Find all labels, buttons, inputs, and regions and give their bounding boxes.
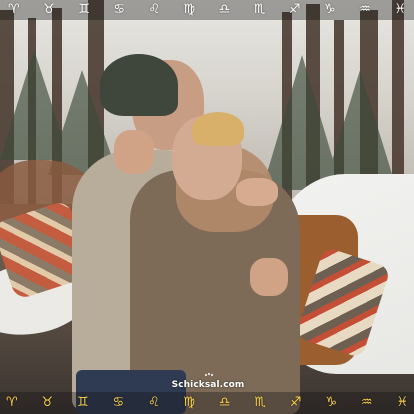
screenshot-frame: ♈ ♉ ♊ ♋ ♌ ♍ ♎ ♏ ♐ ♑ ♒ ♓ Schicksal.com ♈ … xyxy=(0,0,414,414)
photo xyxy=(0,0,414,414)
woman-beanie xyxy=(192,112,244,146)
libra-icon: ♎ xyxy=(218,395,231,410)
zodiac-bar-bottom: ♈ ♉ ♊ ♋ ♌ ♍ ♎ ♏ ♐ ♑ ♒ ♓ xyxy=(0,392,414,414)
schicksal-watermark: Schicksal.com xyxy=(172,378,245,392)
sagittarius-icon: ♐ xyxy=(288,2,301,17)
aquarius-icon: ♒ xyxy=(359,2,371,17)
man-hand xyxy=(114,130,154,174)
man-hand-2 xyxy=(250,258,288,296)
woman-hand xyxy=(236,178,278,206)
aries-icon: ♈ xyxy=(6,395,18,410)
aries-icon: ♈ xyxy=(8,2,20,17)
taurus-icon: ♉ xyxy=(41,395,54,410)
scorpio-icon: ♏ xyxy=(253,2,266,17)
taurus-icon: ♉ xyxy=(43,2,55,17)
gemini-icon: ♊ xyxy=(76,395,89,410)
sagittarius-icon: ♐ xyxy=(289,395,302,410)
pisces-icon: ♓ xyxy=(394,2,406,17)
cancer-icon: ♋ xyxy=(113,2,125,17)
aquarius-icon: ♒ xyxy=(360,395,373,410)
capricorn-icon: ♑ xyxy=(323,2,336,17)
leo-icon: ♌ xyxy=(147,395,160,410)
virgo-icon: ♍ xyxy=(183,2,196,17)
leo-icon: ♌ xyxy=(148,2,161,17)
zodiac-bar-top: ♈ ♉ ♊ ♋ ♌ ♍ ♎ ♏ ♐ ♑ ♒ ♓ xyxy=(0,0,414,20)
watermark-text: Schicksal.com xyxy=(171,380,245,390)
cancer-icon: ♋ xyxy=(112,395,125,410)
man-beanie xyxy=(100,54,178,116)
watermark-stars-icon xyxy=(205,373,213,376)
virgo-icon: ♍ xyxy=(183,395,196,410)
capricorn-icon: ♑ xyxy=(325,395,338,410)
gemini-icon: ♊ xyxy=(78,2,90,17)
pisces-icon: ♓ xyxy=(396,395,408,410)
libra-icon: ♎ xyxy=(218,2,231,17)
scorpio-icon: ♏ xyxy=(254,395,267,410)
